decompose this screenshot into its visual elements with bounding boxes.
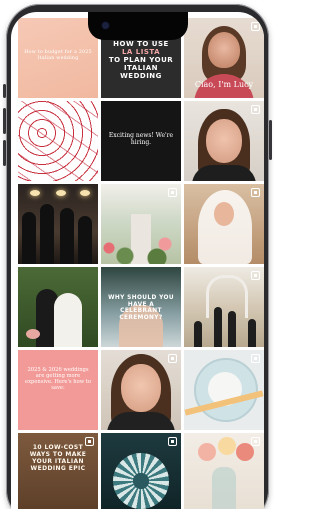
flower-bloom xyxy=(218,437,236,455)
post-tile-celebrant-ceremony[interactable]: WHY SHOULD YOU HAVE A CELEBRANT CEREMONY… xyxy=(101,267,181,347)
post-overlay-text: 2025 & 2026 weddings are getting more ex… xyxy=(25,367,91,391)
photo-subject-face xyxy=(208,32,240,68)
carousel-icon xyxy=(85,437,94,446)
phone-notch xyxy=(88,12,188,40)
flower-bloom xyxy=(198,443,216,461)
post-tile-low-cost-ways[interactable]: 10 LOW-COST WAYS TO MAKE YOUR ITALIAN WE… xyxy=(18,433,98,509)
post-tile-budget-2025[interactable]: How to budget for a 2025 Italian wedding xyxy=(18,18,98,98)
photo-subject-face xyxy=(121,364,161,412)
post-tile-bride-veil[interactable] xyxy=(184,184,264,264)
post-tile-red-sketch[interactable] xyxy=(18,101,98,181)
post-tile-flowers[interactable] xyxy=(184,433,264,509)
post-tile-smiling-portrait[interactable] xyxy=(101,350,181,430)
guest-figure xyxy=(194,321,202,347)
post-tile-reception-party[interactable] xyxy=(18,184,98,264)
photo-subject-body xyxy=(107,412,175,430)
post-overlay-text: Exciting news! We're hiring. xyxy=(108,132,174,146)
post-tile-selfie[interactable] xyxy=(184,101,264,181)
post-tile-couple-portrait[interactable] xyxy=(18,267,98,347)
carousel-icon xyxy=(251,354,260,363)
carousel-icon xyxy=(251,188,260,197)
post-overlay-line: TO PLAN YOUR ITALIAN WEDDING xyxy=(108,56,174,81)
carousel-icon xyxy=(251,271,260,280)
post-overlay-text: HOW TO USE LA LISTA TO PLAN YOUR ITALIAN… xyxy=(107,40,175,80)
post-overlay-text: WHY SHOULD YOU HAVE A CELEBRANT CEREMONY… xyxy=(108,295,174,321)
phone-screen: How to budget for a 2025 Italian wedding… xyxy=(11,12,264,509)
dessert-platter xyxy=(113,453,169,509)
guest-figure xyxy=(78,216,92,264)
post-tile-hiring[interactable]: Exciting news! We're hiring. xyxy=(101,101,181,181)
screenshot-stage: How to budget for a 2025 Italian wedding… xyxy=(0,0,275,509)
photo-subject-face xyxy=(214,202,234,226)
post-tile-dessert-display[interactable] xyxy=(101,433,181,509)
post-overlay-brand: LA LISTA xyxy=(121,48,161,57)
guest-figure xyxy=(248,319,256,347)
phone-power-button xyxy=(269,120,272,160)
bouquet xyxy=(26,329,40,339)
guest-figure xyxy=(60,208,74,264)
string-light xyxy=(80,190,90,196)
vase xyxy=(212,467,236,509)
post-overlay-text: 10 LOW-COST WAYS TO MAKE YOUR ITALIAN WE… xyxy=(29,444,87,472)
ceremony-arch xyxy=(206,275,248,318)
post-tile-wedding-costs[interactable]: 2025 & 2026 weddings are getting more ex… xyxy=(18,350,98,430)
bride-figure xyxy=(54,293,82,347)
carousel-icon xyxy=(251,22,260,31)
front-camera-icon xyxy=(102,22,109,29)
string-light xyxy=(30,190,40,196)
post-overlay-text: How to budget for a 2025 Italian wedding xyxy=(24,50,92,61)
post-tile-ciao-lucy[interactable]: Ciao, I'm Lucy xyxy=(184,18,264,98)
carousel-icon xyxy=(168,354,177,363)
carousel-icon xyxy=(251,437,260,446)
guest-figure xyxy=(214,307,222,347)
photo-subject-body xyxy=(192,165,256,181)
string-light xyxy=(56,190,66,196)
flower-arrangement xyxy=(101,224,181,264)
photo-subject-face xyxy=(206,119,242,163)
carousel-icon xyxy=(168,437,177,446)
post-tile-table-setting[interactable] xyxy=(184,350,264,430)
carousel-icon xyxy=(251,105,260,114)
post-tile-ceremony-aisle[interactable] xyxy=(184,267,264,347)
guest-figure xyxy=(228,311,236,347)
guest-figure xyxy=(22,212,36,264)
post-overlay-line: HOW TO USE xyxy=(113,40,169,48)
guest-figure xyxy=(40,204,54,264)
post-tile-garden-ceremony[interactable] xyxy=(101,184,181,264)
profile-post-grid: How to budget for a 2025 Italian wedding… xyxy=(18,18,264,509)
post-overlay-text: Ciao, I'm Lucy xyxy=(194,80,254,89)
carousel-icon xyxy=(168,188,177,197)
